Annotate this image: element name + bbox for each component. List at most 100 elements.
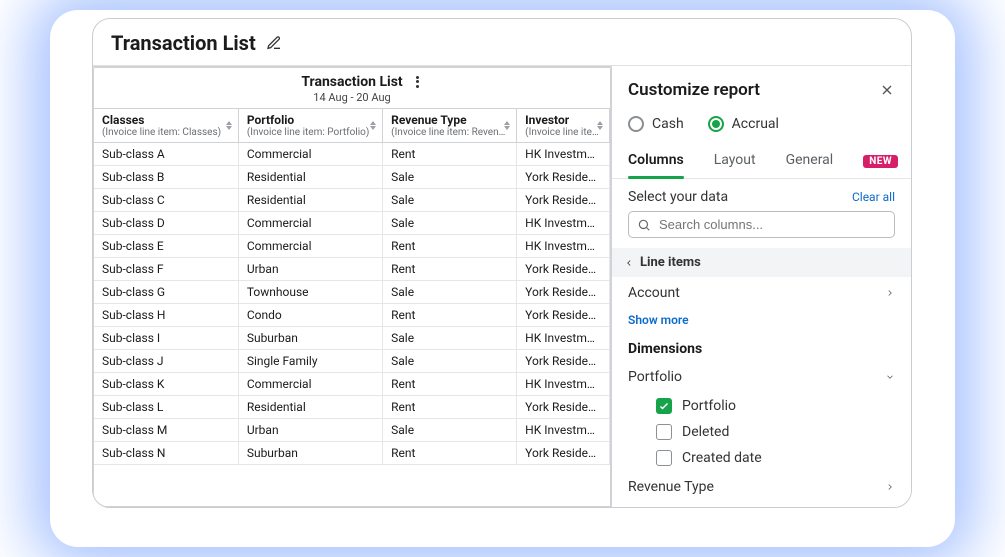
table-row[interactable]: Sub-class MUrbanSaleHK Investment (94, 419, 610, 442)
cell-revenue: Sale (383, 189, 517, 212)
report-card: Transaction List Transaction List 14 Aug… (92, 18, 912, 508)
cell-class: Sub-class M (94, 419, 238, 442)
tab-layout[interactable]: Layout (714, 144, 756, 178)
table-date-range: 14 Aug - 20 Aug (94, 91, 610, 104)
table-row[interactable]: Sub-class CResidentialSaleYork Residence (94, 189, 610, 212)
table-row[interactable]: Sub-class ECommercialRentHK Investment (94, 235, 610, 258)
col-header-classes[interactable]: Classes (Invoice line item: Classes) (94, 109, 238, 143)
cell-class: Sub-class F (94, 258, 238, 281)
cell-class: Sub-class K (94, 373, 238, 396)
cell-revenue: Rent (383, 258, 517, 281)
cell-revenue: Sale (383, 281, 517, 304)
radio-label: Accrual (732, 116, 779, 132)
cell-class: Sub-class G (94, 281, 238, 304)
search-icon (637, 218, 651, 232)
cell-investor: HK Investment (517, 373, 610, 396)
chevron-down-icon (885, 372, 895, 382)
cell-investor: York Residence (517, 304, 610, 327)
cell-investor: York Residence (517, 258, 610, 281)
radio-label: Cash (652, 116, 684, 132)
table-row[interactable]: Sub-class ISuburbanSaleHK Investment (94, 327, 610, 350)
sort-icon[interactable] (597, 119, 605, 133)
checkbox-icon (656, 450, 672, 466)
cell-investor: York Residence (517, 166, 610, 189)
select-data-label: Select your data (628, 189, 728, 205)
page-title: Transaction List (111, 31, 256, 55)
cell-class: Sub-class A (94, 143, 238, 166)
cell-revenue: Sale (383, 166, 517, 189)
cell-portfolio: Residential (238, 189, 382, 212)
col-sublabel: (Invoice line item: Portfolio) (247, 127, 376, 138)
table-row[interactable]: Sub-class FUrbanRentYork Residence (94, 258, 610, 281)
cell-investor: York Residence (517, 396, 610, 419)
cell-class: Sub-class D (94, 212, 238, 235)
checkbox-label: Created date (682, 450, 762, 466)
search-columns-input[interactable] (659, 217, 886, 232)
table-title: Transaction List (94, 74, 610, 90)
checkbox-deleted[interactable]: Deleted (612, 419, 911, 445)
table-row[interactable]: Sub-class ACommercialRentHK Investment (94, 143, 610, 166)
table-row[interactable]: Sub-class BResidentialSaleYork Residence (94, 166, 610, 189)
checkbox-icon (656, 424, 672, 440)
cell-revenue: Rent (383, 442, 517, 465)
cell-investor: York Residence (517, 350, 610, 373)
checkbox-portfolio[interactable]: Portfolio (612, 393, 911, 419)
table-row[interactable]: Sub-class JSingle FamilySaleYork Residen… (94, 350, 610, 373)
clear-all-link[interactable]: Clear all (852, 190, 895, 204)
checkbox-label: Portfolio (682, 398, 736, 414)
table-row[interactable]: Sub-class GTownhouseSaleYork Residence (94, 281, 610, 304)
col-header-portfolio[interactable]: Portfolio (Invoice line item: Portfolio) (238, 109, 382, 143)
table-row[interactable]: Sub-class KCommercialRentHK Investment (94, 373, 610, 396)
col-label: Revenue Type (391, 113, 466, 127)
sort-icon[interactable] (504, 119, 512, 133)
cell-portfolio: Condo (238, 304, 382, 327)
new-badge: NEW (863, 155, 898, 168)
table-row[interactable]: Sub-class NSuburbanRentYork Residence (94, 442, 610, 465)
basis-radio-accrual[interactable]: Accrual (708, 116, 779, 132)
col-header-revenue-type[interactable]: Revenue Type (Invoice line item: Revenu.… (383, 109, 517, 143)
col-label: Classes (102, 113, 144, 127)
table-row[interactable]: Sub-class DCommercialSaleHK Investment (94, 212, 610, 235)
cell-revenue: Rent (383, 304, 517, 327)
tab-label: General (786, 152, 834, 168)
show-more-link[interactable]: Show more (612, 309, 911, 335)
edit-icon[interactable] (266, 35, 282, 51)
group-label: Line items (640, 255, 701, 270)
item-revenue-type[interactable]: Revenue Type (612, 471, 911, 503)
cell-revenue: Sale (383, 212, 517, 235)
cell-investor: HK Investment (517, 235, 610, 258)
cell-investor: York Residence (517, 442, 610, 465)
chevron-right-icon (885, 482, 895, 492)
cell-class: Sub-class C (94, 189, 238, 212)
kebab-menu-icon[interactable] (416, 74, 419, 89)
col-header-investor[interactable]: Investor (Invoice line item: (517, 109, 610, 143)
sort-icon[interactable] (226, 119, 234, 133)
transaction-table: Classes (Invoice line item: Classes) Por… (94, 108, 610, 465)
checkbox-created-date[interactable]: Created date (612, 445, 911, 471)
tab-general[interactable]: General (786, 144, 834, 178)
cell-investor: York Residence (517, 281, 610, 304)
cell-portfolio: Single Family (238, 350, 382, 373)
cell-class: Sub-class N (94, 442, 238, 465)
cell-portfolio: Residential (238, 396, 382, 419)
group-line-items-header[interactable]: Line items (612, 248, 911, 277)
close-icon[interactable] (879, 82, 895, 98)
basis-radio-cash[interactable]: Cash (628, 116, 684, 132)
cell-portfolio: Urban (238, 258, 382, 281)
sort-icon[interactable] (370, 119, 378, 133)
cell-class: Sub-class E (94, 235, 238, 258)
cell-revenue: Sale (383, 350, 517, 373)
cell-portfolio: Townhouse (238, 281, 382, 304)
customize-panel: Customize report Cash Accrual Columns La… (611, 66, 911, 507)
table-row[interactable]: Sub-class HCondoRentYork Residence (94, 304, 610, 327)
table-row[interactable]: Sub-class LResidentialRentYork Residence (94, 396, 610, 419)
cell-portfolio: Urban (238, 419, 382, 442)
item-portfolio-group[interactable]: Portfolio (612, 361, 911, 393)
cell-class: Sub-class B (94, 166, 238, 189)
chevron-left-icon (624, 258, 634, 268)
tab-columns[interactable]: Columns (628, 144, 684, 178)
cell-investor: HK Investment (517, 143, 610, 166)
item-account[interactable]: Account (612, 277, 911, 309)
search-columns-box[interactable] (628, 211, 895, 238)
cell-class: Sub-class I (94, 327, 238, 350)
